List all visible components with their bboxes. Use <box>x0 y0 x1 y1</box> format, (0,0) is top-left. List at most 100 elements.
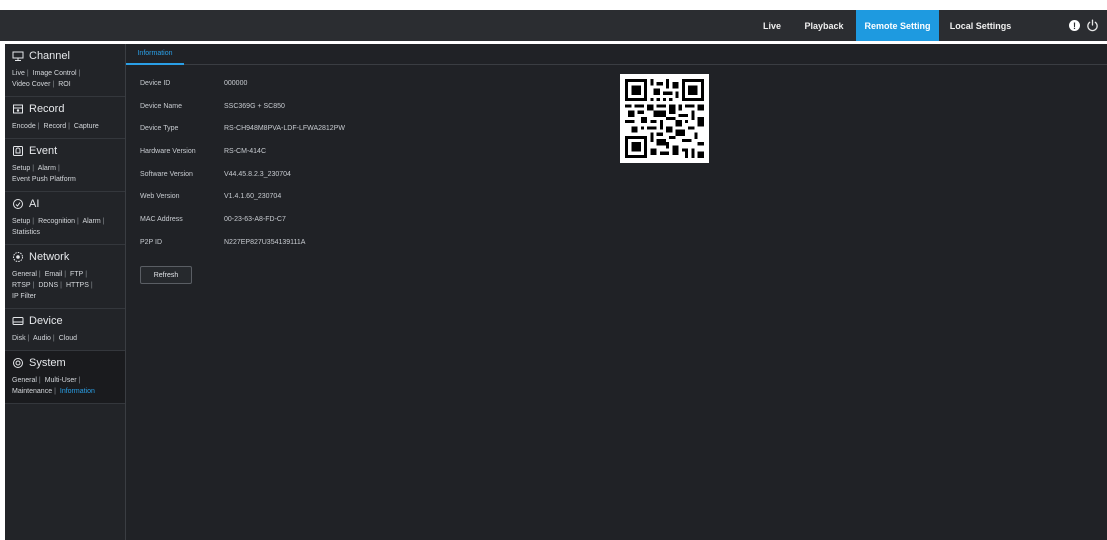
tab-information[interactable]: Information <box>126 44 184 65</box>
sidebar-title-record[interactable]: Record <box>12 103 119 115</box>
field-value: RS-CM-414C <box>224 147 267 155</box>
separator: | <box>26 70 29 77</box>
field-label: P2P ID <box>140 238 163 246</box>
nav-playback[interactable]: Playback <box>792 10 856 41</box>
sidebar-section-system: System General | Multi-User | Maintenance |… <box>5 351 125 404</box>
sidebar-item-setup[interactable]: Setup <box>12 218 30 225</box>
sidebar-item-setup[interactable]: Setup <box>12 165 30 172</box>
sidebar-item-recognition[interactable]: Recognition <box>38 218 75 225</box>
sidebar-title-ai[interactable]: AI <box>12 198 119 210</box>
nav-local-settings[interactable]: Local Settings <box>939 10 1022 41</box>
sidebar-section-label: AI <box>29 198 40 210</box>
sidebar-item-disk[interactable]: Disk <box>12 335 26 342</box>
top-bar: Live Playback Remote Setting Local Setti… <box>0 10 1107 41</box>
sidebar-links-channel: Live | Image Control | Video Cover | ROI <box>12 68 119 90</box>
sidebar-item-image-control[interactable]: Image Control <box>33 70 77 77</box>
separator: | <box>37 123 40 130</box>
power-icon[interactable] <box>1086 19 1099 32</box>
separator: | <box>77 218 79 225</box>
sidebar-item-rtsp[interactable]: RTSP <box>12 282 31 289</box>
sidebar-section-label: Channel <box>29 50 70 62</box>
sidebar: Channel Live | Image Control | Video Cover… <box>5 44 126 540</box>
sidebar-item-record[interactable]: Record <box>44 123 67 130</box>
nav-live[interactable]: Live <box>752 10 792 41</box>
info-icon[interactable]: ! <box>1069 20 1080 31</box>
sidebar-item-live[interactable]: Live <box>12 70 25 77</box>
sidebar-item-email[interactable]: Email <box>45 271 63 278</box>
event-icon <box>13 146 23 156</box>
sidebar-item-ftp[interactable]: FTP <box>70 271 83 278</box>
sidebar-item-cloud[interactable]: Cloud <box>59 335 77 342</box>
sidebar-section-channel: Channel Live | Image Control | Video Cover… <box>5 44 125 97</box>
separator: | <box>78 70 81 77</box>
ai-icon <box>13 199 23 209</box>
field-label: Device Type <box>140 125 179 133</box>
record-icon <box>13 104 23 114</box>
sidebar-links-system: General | Multi-User | Maintenance | Inform… <box>12 375 119 397</box>
separator: | <box>90 282 93 289</box>
separator: | <box>57 165 60 172</box>
sidebar-item-roi[interactable]: ROI <box>58 81 70 88</box>
tab-bar: Information <box>126 44 1107 65</box>
separator: | <box>32 218 35 225</box>
sidebar-item-https[interactable]: HTTPS <box>66 282 89 289</box>
sidebar-section-ai: AI Setup | Recognition | Alarm | Statistics <box>5 192 125 245</box>
sidebar-title-event[interactable]: Event <box>12 145 119 157</box>
refresh-button[interactable]: Refresh <box>140 266 192 284</box>
sidebar-title-channel[interactable]: Channel <box>12 50 119 62</box>
field-row: Device ID 000000 <box>140 72 345 95</box>
separator: | <box>27 335 30 342</box>
sidebar-item-multi-user[interactable]: Multi-User <box>45 377 77 384</box>
separator: | <box>38 271 41 278</box>
sidebar-item-encode[interactable]: Encode <box>12 123 36 130</box>
separator: | <box>68 123 70 130</box>
sidebar-section-network: Network General | Email | FTP | RTSP | DDNS |… <box>5 245 125 309</box>
qr-code <box>620 74 709 163</box>
main-panel: Information Device ID 000000 Device Name S… <box>126 44 1107 540</box>
separator: | <box>32 282 35 289</box>
sidebar-section-event: Event Setup | Alarm | Event Push Platform <box>5 139 125 192</box>
field-label: Web Version <box>140 193 180 201</box>
sidebar-links-device: Disk | Audio | Cloud <box>12 333 119 344</box>
field-value: RS-CH948M8PVA-LDF-LFWA2812PW <box>224 125 345 133</box>
sidebar-item-alarm[interactable]: Alarm <box>82 218 100 225</box>
sidebar-title-system[interactable]: System <box>12 357 119 369</box>
sidebar-section-label: Device <box>29 315 63 327</box>
field-label: MAC Address <box>140 215 183 223</box>
sidebar-section-label: Record <box>29 103 65 115</box>
sidebar-item-general[interactable]: General <box>12 271 37 278</box>
field-value: V1.4.1.60_230704 <box>224 193 282 201</box>
network-icon <box>13 252 23 262</box>
separator: | <box>54 388 56 395</box>
gear-icon <box>13 358 23 368</box>
sidebar-title-network[interactable]: Network <box>12 251 119 263</box>
field-value: SSC369G + SC850 <box>224 102 285 110</box>
sidebar-item-alarm[interactable]: Alarm <box>38 165 56 172</box>
sidebar-item-information[interactable]: Information <box>60 388 95 395</box>
sidebar-section-label: System <box>29 357 66 369</box>
separator: | <box>52 335 55 342</box>
field-row: Device Type RS-CH948M8PVA-LDF-LFWA2812PW <box>140 117 345 140</box>
field-row: Software Version V44.45.8.2.3_230704 <box>140 163 345 186</box>
sidebar-section-device: Device Disk | Audio | Cloud <box>5 309 125 351</box>
sidebar-item-maintenance[interactable]: Maintenance <box>12 388 52 395</box>
top-nav: Live Playback Remote Setting Local Setti… <box>752 10 1022 41</box>
sidebar-item-video-cover[interactable]: Video Cover <box>12 81 50 88</box>
field-row: MAC Address 00-23-63-A8-FD-C7 <box>140 208 345 231</box>
sidebar-item-statistics[interactable]: Statistics <box>12 229 40 236</box>
sidebar-item-general[interactable]: General <box>12 377 37 384</box>
field-label: Software Version <box>140 170 193 178</box>
nav-remote-setting[interactable]: Remote Setting <box>856 10 939 41</box>
field-value: N227EP827U354139111A <box>224 238 306 246</box>
sidebar-title-device[interactable]: Device <box>12 315 119 327</box>
device-icon <box>12 317 24 325</box>
separator: | <box>64 271 67 278</box>
info-fields: Device ID 000000 Device Name SSC369G + SC8… <box>140 72 345 254</box>
field-value: V44.45.8.2.3_230704 <box>224 170 291 178</box>
sidebar-item-capture[interactable]: Capture <box>74 123 99 130</box>
sidebar-item-event-push-platform[interactable]: Event Push Platform <box>12 176 76 183</box>
sidebar-section-label: Event <box>29 145 58 157</box>
sidebar-item-audio[interactable]: Audio <box>33 335 51 342</box>
sidebar-item-ip-filter[interactable]: IP Filter <box>12 293 36 300</box>
sidebar-item-ddns[interactable]: DDNS <box>38 282 58 289</box>
